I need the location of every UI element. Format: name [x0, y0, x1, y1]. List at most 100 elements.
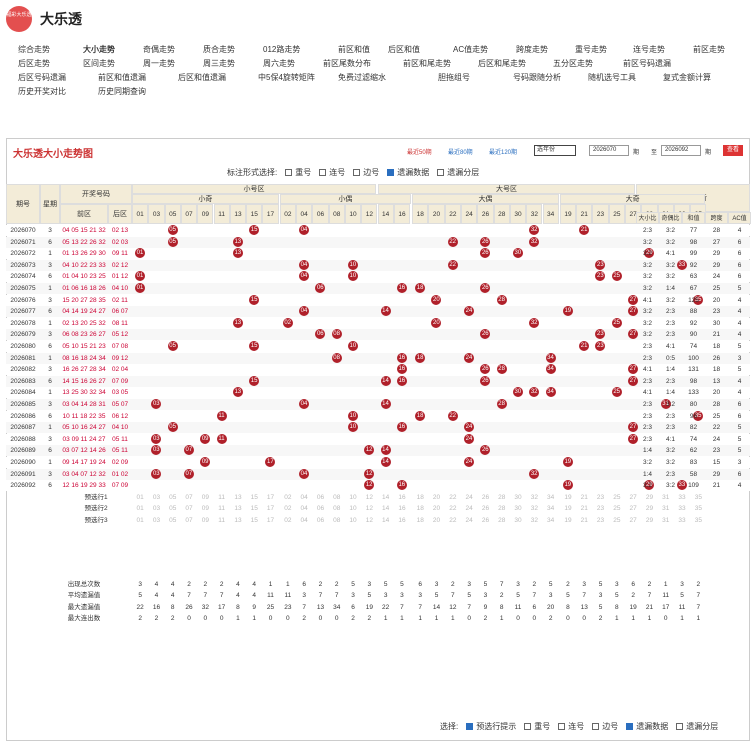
preselect-number[interactable]: 10	[345, 492, 361, 503]
preselect-number[interactable]: 33	[674, 503, 690, 514]
bottom-option-checkbox[interactable]	[524, 723, 532, 731]
preselect-number[interactable]: 32	[526, 515, 542, 526]
preselect-number[interactable]: 05	[165, 492, 181, 503]
nav-link[interactable]: 免费过滤缩水	[338, 72, 386, 83]
preselect-number[interactable]: 30	[510, 492, 526, 503]
nav-link[interactable]: 周六走势	[263, 58, 295, 69]
preselect-number[interactable]: 16	[394, 503, 410, 514]
nav-link[interactable]: 周一走势	[143, 58, 175, 69]
preselect-number[interactable]: 22	[445, 503, 461, 514]
preselect-number[interactable]: 03	[148, 492, 164, 503]
preselect-number[interactable]: 19	[560, 492, 576, 503]
nav-link[interactable]: 五分区走势	[553, 58, 593, 69]
preselect-number[interactable]: 08	[329, 503, 345, 514]
preselect-number[interactable]: 34	[543, 503, 559, 514]
preselect-number[interactable]: 02	[280, 515, 296, 526]
preselect-number[interactable]: 24	[461, 492, 477, 503]
preselect-number[interactable]: 35	[690, 515, 706, 526]
preselect-number[interactable]: 09	[197, 515, 213, 526]
recent-80-link[interactable]: 最近80期	[448, 147, 473, 156]
nav-link[interactable]: 综合走势	[18, 44, 50, 55]
from-issue-input[interactable]: 2026070	[589, 145, 629, 156]
nav-link[interactable]: 后区和尾走势	[478, 58, 526, 69]
preselect-number[interactable]: 17	[262, 492, 278, 503]
preselect-number[interactable]: 18	[412, 515, 428, 526]
nav-link[interactable]: 大小走势	[83, 44, 115, 55]
bottom-option-checkbox[interactable]	[626, 723, 634, 731]
preselect-number[interactable]: 31	[658, 515, 674, 526]
option-checkbox[interactable]	[285, 169, 293, 177]
preselect-number[interactable]: 17	[262, 515, 278, 526]
preselect-number[interactable]: 13	[230, 515, 246, 526]
preselect-number[interactable]: 20	[428, 503, 444, 514]
preselect-number[interactable]: 26	[477, 503, 493, 514]
preselect-number[interactable]: 29	[641, 492, 657, 503]
nav-link[interactable]: 前区和尾走势	[403, 58, 451, 69]
nav-link[interactable]: 历史开奖对比	[18, 86, 66, 97]
preselect-number[interactable]: 06	[312, 515, 328, 526]
nav-link[interactable]: 前区和值	[338, 44, 370, 55]
preselect-number[interactable]: 25	[609, 515, 625, 526]
preselect-number[interactable]: 08	[329, 492, 345, 503]
preselect-number[interactable]: 31	[658, 503, 674, 514]
nav-link[interactable]: 区间走势	[83, 58, 115, 69]
preselect-number[interactable]: 07	[181, 492, 197, 503]
nav-link[interactable]: 奇偶走势	[143, 44, 175, 55]
recent-50-link[interactable]: 最近50期	[407, 147, 432, 156]
option-checkbox[interactable]	[387, 169, 395, 177]
nav-link[interactable]: 复式金额计算	[663, 72, 711, 83]
to-issue-input[interactable]: 2026092	[661, 145, 701, 156]
preselect-number[interactable]: 32	[526, 503, 542, 514]
nav-link[interactable]: 后区和值	[388, 44, 420, 55]
preselect-number[interactable]: 08	[329, 515, 345, 526]
nav-link[interactable]: 质合走势	[203, 44, 235, 55]
preselect-number[interactable]: 09	[197, 503, 213, 514]
preselect-number[interactable]: 16	[394, 492, 410, 503]
preselect-number[interactable]: 20	[428, 515, 444, 526]
preselect-number[interactable]: 15	[246, 503, 262, 514]
preselect-number[interactable]: 27	[625, 492, 641, 503]
preselect-number[interactable]: 19	[560, 515, 576, 526]
preselect-number[interactable]: 16	[394, 515, 410, 526]
nav-link[interactable]: 中5保4旋转矩阵	[258, 72, 315, 83]
preselect-number[interactable]: 06	[312, 503, 328, 514]
preselect-number[interactable]: 28	[494, 515, 510, 526]
preselect-number[interactable]: 22	[445, 515, 461, 526]
preselect-number[interactable]: 34	[543, 515, 559, 526]
nav-link[interactable]: 前区尾数分布	[323, 58, 371, 69]
preselect-number[interactable]: 23	[592, 492, 608, 503]
preselect-number[interactable]: 14	[378, 515, 394, 526]
option-checkbox[interactable]	[319, 169, 327, 177]
preselect-number[interactable]: 20	[428, 492, 444, 503]
bottom-option-checkbox[interactable]	[558, 723, 566, 731]
preselect-number[interactable]: 12	[361, 503, 377, 514]
bottom-option-checkbox[interactable]	[676, 723, 684, 731]
preselect-number[interactable]: 02	[280, 503, 296, 514]
preselect-number[interactable]: 34	[543, 492, 559, 503]
preselect-number[interactable]: 32	[526, 492, 542, 503]
preselect-number[interactable]: 21	[576, 503, 592, 514]
preselect-number[interactable]: 31	[658, 492, 674, 503]
preselect-number[interactable]: 26	[477, 515, 493, 526]
preselect-number[interactable]: 04	[296, 492, 312, 503]
option-checkbox[interactable]	[437, 169, 445, 177]
preselect-number[interactable]: 01	[132, 492, 148, 503]
preselect-number[interactable]: 28	[494, 492, 510, 503]
nav-link[interactable]: 012路走势	[263, 44, 300, 55]
preselect-number[interactable]: 04	[296, 503, 312, 514]
preselect-number[interactable]: 12	[361, 515, 377, 526]
nav-link[interactable]: 后区号码遗漏	[18, 72, 66, 83]
preselect-number[interactable]: 26	[477, 492, 493, 503]
preselect-number[interactable]: 10	[345, 503, 361, 514]
preselect-number[interactable]: 06	[312, 492, 328, 503]
preselect-number[interactable]: 02	[280, 492, 296, 503]
preselect-number[interactable]: 17	[262, 503, 278, 514]
recent-120-link[interactable]: 最近120期	[489, 147, 517, 156]
preselect-number[interactable]: 29	[641, 503, 657, 514]
preselect-number[interactable]: 25	[609, 492, 625, 503]
preselect-number[interactable]: 23	[592, 515, 608, 526]
preselect-number[interactable]: 03	[148, 503, 164, 514]
nav-link[interactable]: 跨度走势	[516, 44, 548, 55]
preselect-number[interactable]: 14	[378, 492, 394, 503]
preselect-number[interactable]: 11	[214, 492, 230, 503]
